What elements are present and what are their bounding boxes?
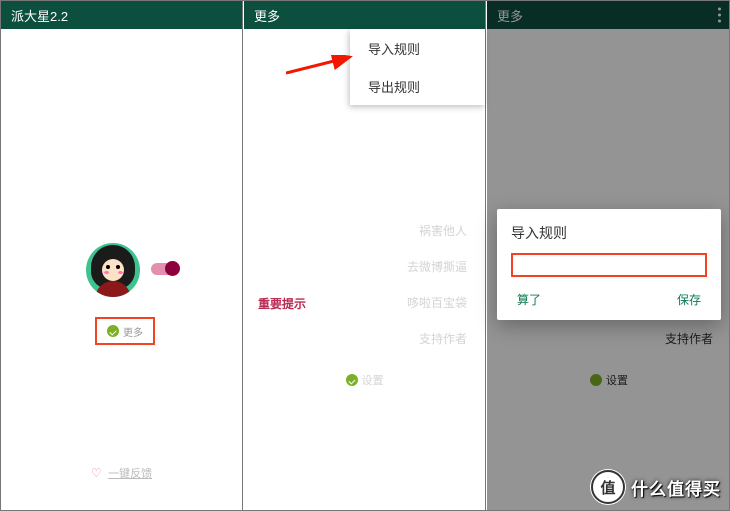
more-button[interactable]: 更多 xyxy=(95,317,155,345)
important-notice[interactable]: 重要提示 xyxy=(258,295,306,312)
settings-button[interactable]: 设置 xyxy=(244,372,485,388)
screen-import-dialog: 更多 祸害他人 支持作者 设置 导入规则 算了 保存 xyxy=(487,1,730,510)
app-header: 派大星2.2 xyxy=(1,1,242,29)
cancel-button[interactable]: 算了 xyxy=(511,287,547,312)
import-rules-dialog: 导入规则 算了 保存 xyxy=(497,209,721,320)
dropdown-import-rules[interactable]: 导入规则 xyxy=(350,29,485,67)
watermark: 值 什么值得买 xyxy=(591,470,721,504)
check-icon xyxy=(107,325,119,337)
menu-list: 祸害他人 去微博撕逼 哆啦百宝袋 支持作者 xyxy=(407,225,467,369)
screen-home: 派大星2.2 更多 ♡ 一键反馈 xyxy=(1,1,243,510)
feedback-link[interactable]: ♡ 一键反馈 xyxy=(1,464,242,482)
heart-icon: ♡ xyxy=(91,466,102,480)
menu-item[interactable]: 哆啦百宝袋 xyxy=(407,297,467,309)
avatar-icon[interactable] xyxy=(86,243,140,297)
avatar-area xyxy=(86,243,140,297)
feedback-label: 一键反馈 xyxy=(108,468,152,480)
watermark-text: 什么值得买 xyxy=(631,475,721,500)
save-button[interactable]: 保存 xyxy=(671,287,707,312)
overflow-dropdown: 导入规则 导出规则 xyxy=(350,29,485,105)
dialog-title: 导入规则 xyxy=(511,223,707,243)
menu-item[interactable]: 去微博撕逼 xyxy=(407,261,467,273)
main-toggle[interactable] xyxy=(151,263,177,275)
app-title: 派大星2.2 xyxy=(11,6,68,25)
app-title: 更多 xyxy=(254,6,280,25)
annotation-arrow-icon xyxy=(286,55,358,77)
dropdown-export-rules[interactable]: 导出规则 xyxy=(350,67,485,105)
screen-more-menu: 更多 导入规则 导出规则 重要提示 祸害他人 去微博撕逼 哆啦百宝袋 支持作者 … xyxy=(244,1,486,510)
import-rules-input[interactable] xyxy=(511,253,707,277)
menu-item[interactable]: 支持作者 xyxy=(407,333,467,345)
check-icon xyxy=(346,374,358,386)
menu-item[interactable]: 祸害他人 xyxy=(407,225,467,237)
more-label: 更多 xyxy=(123,324,143,339)
app-header: 更多 xyxy=(244,1,485,29)
settings-label: 设置 xyxy=(362,372,384,388)
watermark-badge: 值 xyxy=(591,470,625,504)
